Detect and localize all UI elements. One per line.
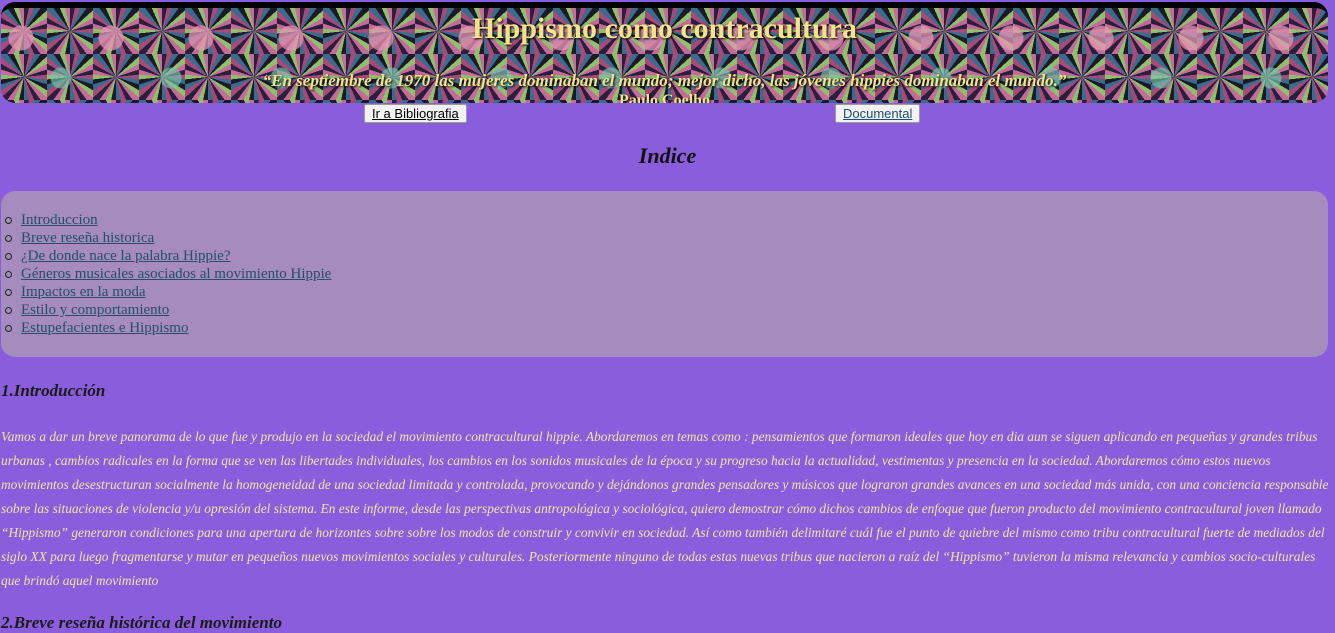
- list-item: Breve reseña historica: [5, 229, 331, 247]
- index-link-moda[interactable]: Impactos en la moda: [21, 283, 146, 301]
- list-item: Estilo y comportamiento: [5, 301, 331, 319]
- index-link-palabra-hippie[interactable]: ¿De donde nace la palabra Hippie?: [21, 247, 230, 265]
- quote-author: Paulo Coelho: [618, 92, 711, 103]
- index-panel: Introduccion Breve reseña historica ¿De …: [1, 191, 1328, 357]
- bullet-icon: [5, 252, 12, 260]
- intro-paragraph: Vamos a dar un breve panorama de lo que …: [1, 429, 1329, 588]
- index-title: Indice: [638, 143, 697, 168]
- index-list: Introduccion Breve reseña historica ¿De …: [5, 211, 331, 337]
- list-item: Estupefacientes e Hippismo: [5, 319, 331, 337]
- index-link-estupefacientes[interactable]: Estupefacientes e Hippismo: [21, 319, 188, 337]
- bullet-icon: [5, 234, 12, 242]
- bullet-icon: [5, 288, 12, 296]
- index-link-resena-historica[interactable]: Breve reseña historica: [21, 229, 154, 247]
- list-item: Géneros musicales asociados al movimient…: [5, 265, 331, 283]
- header-banner: Hippismo como contracultura “En septiemb…: [1, 2, 1328, 103]
- list-item: ¿De donde nace la palabra Hippie?: [5, 247, 331, 265]
- intro-heading: 1.Introducción: [1, 381, 106, 400]
- header-quote: “En septiembre de 1970 las mujeres domin…: [262, 71, 1067, 90]
- bullet-icon: [5, 324, 12, 332]
- documental-button[interactable]: Documental: [835, 104, 921, 123]
- bibliografia-button[interactable]: Ir a Bibliografia: [364, 104, 467, 123]
- bullet-icon: [5, 216, 12, 224]
- list-item: Impactos en la moda: [5, 283, 331, 301]
- bullet-icon: [5, 306, 12, 314]
- page-title: Hippismo como contracultura: [472, 12, 857, 45]
- list-item: Introduccion: [5, 211, 331, 229]
- index-link-estilo[interactable]: Estilo y comportamiento: [21, 301, 169, 319]
- bullet-icon: [5, 270, 12, 278]
- index-link-generos-musicales[interactable]: Géneros musicales asociados al movimient…: [21, 265, 331, 283]
- history-heading: 2.Breve reseña histórica del movimiento: [1, 613, 282, 632]
- index-link-introduccion[interactable]: Introduccion: [21, 211, 98, 229]
